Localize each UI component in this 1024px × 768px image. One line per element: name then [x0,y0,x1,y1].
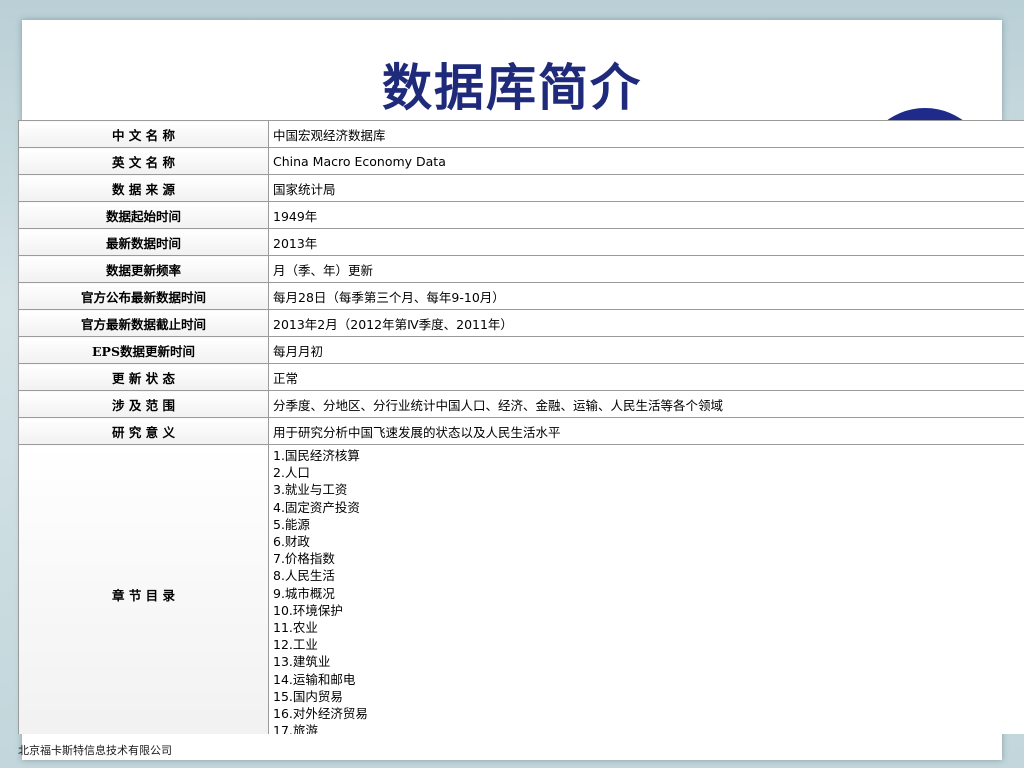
list-item: 7.价格指数 [273,551,335,567]
list-item: 6.财政 [273,534,310,550]
list-item: 8.人民生活 [273,568,335,584]
row-value-significance: 用于研究分析中国飞速发展的状态以及人民生活水平 [268,417,1024,445]
table-row: 涉 及 范 围 分季度、分地区、分行业统计中国人口、经济、金融、运输、人民生活等… [18,390,1024,418]
list-item: 11.农业 [273,620,318,636]
row-label-update-status: 更 新 状 态 [18,363,269,391]
table-row: 数 据 来 源 国家统计局 [18,174,1024,202]
row-value-update-frequency: 月（季、年）更新 [268,255,1024,283]
slide-title: 数据库简介 [382,58,642,117]
list-item: 2.人口 [273,465,310,481]
database-info-table: 中 文 名 称 中国宏观经济数据库 英 文 名 称 China Macro Ec… [18,120,1024,734]
row-label-start-time: 数据起始时间 [18,201,269,229]
table-row: 研 究 意 义 用于研究分析中国飞速发展的状态以及人民生活水平 [18,417,1024,445]
table-row: 官方公布最新数据时间 每月28日（每季第三个月、每年9-10月） [18,282,1024,310]
row-value-official-release-time: 每月28日（每季第三个月、每年9-10月） [268,282,1024,310]
row-value-eps-update-time: 每月月初 [268,336,1024,364]
list-item: 4.固定资产投资 [273,499,360,515]
row-label-eps-update-time: EPS数据更新时间 [18,336,269,364]
row-value-source: 国家统计局 [268,174,1024,202]
row-label-update-frequency: 数据更新频率 [18,255,269,283]
row-value-official-cutoff-time: 2013年2月（2012年第Ⅳ季度、2011年） [268,309,1024,337]
row-label-official-cutoff-time: 官方最新数据截止时间 [18,309,269,337]
table-row: 中 文 名 称 中国宏观经济数据库 [18,120,1024,148]
row-value-chapters: 1.国民经济核算 2.人口 3.就业与工资 4.固定资产投资 5.能源 6.财政… [268,444,1024,734]
row-label-scope: 涉 及 范 围 [18,390,269,418]
list-item: 1.国民经济核算 [273,448,360,463]
table-row: 章 节 目 录 1.国民经济核算 2.人口 3.就业与工资 4.固定资产投资 5… [18,444,1024,734]
row-value-scope: 分季度、分地区、分行业统计中国人口、经济、金融、运输、人民生活等各个领域 [268,390,1024,418]
info-table-container: 中 文 名 称 中国宏观经济数据库 英 文 名 称 China Macro Ec… [18,120,1024,734]
table-row: 官方最新数据截止时间 2013年2月（2012年第Ⅳ季度、2011年） [18,309,1024,337]
table-row: EPS数据更新时间 每月月初 [18,336,1024,364]
row-value-latest-time: 2013年 [268,228,1024,256]
list-item: 17.旅游 [273,723,318,734]
list-item: 12.工业 [273,637,318,653]
row-value-en-name: China Macro Economy Data [268,147,1024,175]
list-item: 14.运输和邮电 [273,671,356,687]
table-row: 更 新 状 态 正常 [18,363,1024,391]
row-label-en-name: 英 文 名 称 [18,147,269,175]
row-value-cn-name: 中国宏观经济数据库 [268,120,1024,148]
chapter-list: 1.国民经济核算 2.人口 3.就业与工资 4.固定资产投资 5.能源 6.财政… [273,447,1023,734]
list-item: 13.建筑业 [273,654,331,670]
row-label-significance: 研 究 意 义 [18,417,269,445]
table-row: 最新数据时间 2013年 [18,228,1024,256]
row-label-source: 数 据 来 源 [18,174,269,202]
row-label-latest-time: 最新数据时间 [18,228,269,256]
list-item: 9.城市概况 [273,585,335,601]
row-value-start-time: 1949年 [268,201,1024,229]
row-label-cn-name: 中 文 名 称 [18,120,269,148]
row-label-official-release-time: 官方公布最新数据时间 [18,282,269,310]
table-row: 数据起始时间 1949年 [18,201,1024,229]
list-item: 15.国内贸易 [273,688,343,704]
list-item: 16.对外经济贸易 [273,706,368,722]
list-item: 10.环境保护 [273,602,343,618]
list-item: 5.能源 [273,516,310,532]
row-label-chapters: 章 节 目 录 [18,444,269,734]
list-item: 3.就业与工资 [273,482,348,498]
row-value-update-status: 正常 [268,363,1024,391]
table-row: 数据更新频率 月（季、年）更新 [18,255,1024,283]
company-footer: 北京福卡斯特信息技术有限公司 [18,744,172,757]
table-row: 英 文 名 称 China Macro Economy Data [18,147,1024,175]
